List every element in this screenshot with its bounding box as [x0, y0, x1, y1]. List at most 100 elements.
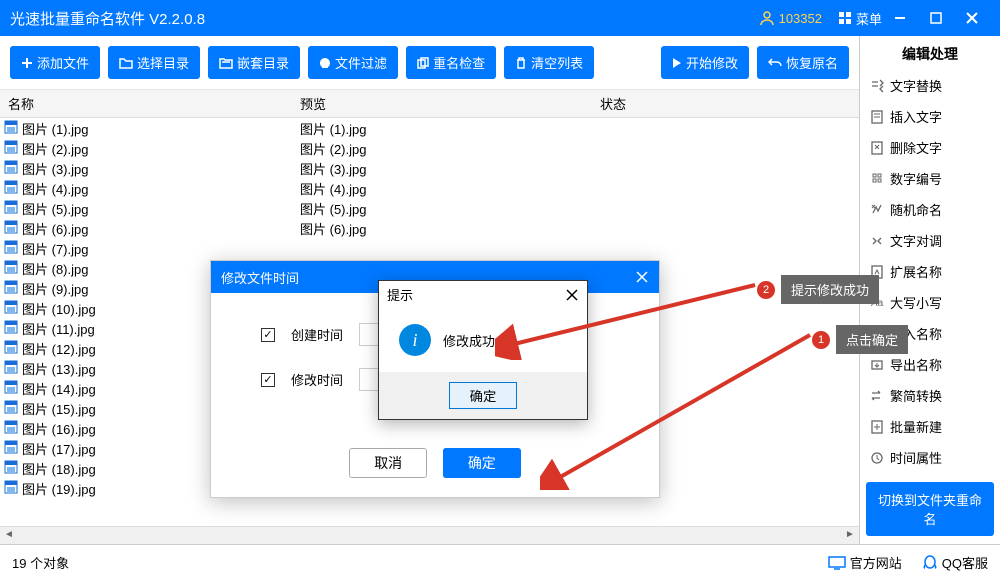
horizontal-scrollbar[interactable]: ◄ ►: [0, 526, 859, 544]
close-button[interactable]: [954, 0, 990, 36]
sidebar-item-2[interactable]: 删除文字: [866, 132, 994, 163]
create-time-checkbox[interactable]: ✓: [261, 328, 275, 342]
file-icon: [4, 120, 18, 137]
file-name: 图片 (18).jpg: [22, 459, 96, 478]
maximize-icon: [930, 12, 942, 24]
monitor-icon: [828, 556, 846, 570]
user-info[interactable]: 103352: [759, 10, 822, 26]
close-icon[interactable]: [565, 288, 579, 302]
callout-num-2: 2: [757, 281, 775, 299]
qq-support-link[interactable]: QQ客服: [922, 553, 988, 572]
callout-num-1: 1: [812, 331, 830, 349]
table-row[interactable]: 图片 (6).jpg图片 (6).jpg: [0, 218, 859, 238]
file-icon: [4, 420, 18, 437]
menu-button[interactable]: 菜单: [838, 9, 882, 28]
file-name: 图片 (4).jpg: [22, 179, 88, 198]
sidebar-item-4[interactable]: 随机命名: [866, 194, 994, 225]
sidebar-item-label: 扩展名称: [890, 262, 942, 281]
user-id: 103352: [779, 11, 822, 26]
file-name: 图片 (9).jpg: [22, 279, 88, 298]
table-row[interactable]: 图片 (5).jpg图片 (5).jpg: [0, 198, 859, 218]
nested-dir-button[interactable]: 嵌套目录: [208, 46, 300, 79]
dialog-confirm-button[interactable]: 确定: [443, 448, 521, 478]
dialog-cancel-button[interactable]: 取消: [349, 448, 427, 478]
qq-icon: [922, 555, 938, 571]
sidebar-title: 编辑处理: [866, 44, 994, 64]
table-row[interactable]: 图片 (3).jpg图片 (3).jpg: [0, 158, 859, 178]
file-name: 图片 (13).jpg: [22, 359, 96, 378]
folder-icon: [119, 57, 133, 69]
sidebar-item-label: 删除文字: [890, 138, 942, 157]
table-row[interactable]: 图片 (4).jpg图片 (4).jpg: [0, 178, 859, 198]
alert-message: 修改成功: [443, 331, 495, 350]
file-name: 图片 (19).jpg: [22, 479, 96, 498]
file-icon: [4, 480, 18, 497]
clear-list-button[interactable]: 清空列表: [504, 46, 594, 79]
file-name: 图片 (2).jpg: [22, 139, 88, 158]
file-icon: [4, 160, 18, 177]
dialog-title: 修改文件时间: [221, 268, 299, 287]
sidebar-item-10[interactable]: 繁简转换: [866, 380, 994, 411]
close-icon: [965, 11, 979, 25]
sidebar-icon: [870, 357, 884, 373]
filter-icon: [319, 57, 331, 69]
sidebar-item-6[interactable]: 扩展名称: [866, 256, 994, 287]
file-icon: [4, 380, 18, 397]
sidebar-item-5[interactable]: 文字对调: [866, 225, 994, 256]
file-icon: [4, 320, 18, 337]
grid-icon: [838, 11, 852, 25]
titlebar: 光速批量重命名软件 V2.2.0.8 103352 菜单: [0, 0, 1000, 36]
file-name: 图片 (17).jpg: [22, 439, 96, 458]
sidebar-icon: [870, 450, 884, 466]
sidebar-item-7[interactable]: Aa大写小写: [866, 287, 994, 318]
file-icon: [4, 360, 18, 377]
sidebar-item-11[interactable]: 批量新建: [866, 411, 994, 442]
table-row[interactable]: 图片 (2).jpg图片 (2).jpg: [0, 138, 859, 158]
info-icon: i: [399, 324, 431, 356]
file-icon: [4, 200, 18, 217]
minimize-button[interactable]: [882, 0, 918, 36]
col-preview-header[interactable]: 预览: [300, 94, 600, 113]
file-icon: [4, 260, 18, 277]
file-preview: 图片 (6).jpg: [300, 219, 600, 238]
sidebar-icon: [870, 140, 884, 156]
rename-check-button[interactable]: 重名检查: [406, 46, 496, 79]
toolbar: 添加文件 选择目录 嵌套目录 文件过滤 重名检查 清空列表 开始修改 恢复原名: [0, 36, 859, 90]
sidebar-icon: [870, 78, 884, 94]
add-file-button[interactable]: 添加文件: [10, 46, 100, 79]
file-name: 图片 (15).jpg: [22, 399, 96, 418]
sidebar-item-0[interactable]: 文字替换: [866, 70, 994, 101]
sidebar-item-1[interactable]: 插入文字: [866, 101, 994, 132]
callout-1: 1 点击确定: [812, 325, 908, 354]
user-icon: [759, 10, 775, 26]
alert-header[interactable]: 提示: [379, 281, 587, 308]
file-icon: [4, 340, 18, 357]
file-filter-button[interactable]: 文件过滤: [308, 46, 398, 79]
sidebar-item-12[interactable]: 时间属性: [866, 442, 994, 473]
sidebar-icon: [870, 109, 884, 125]
alert-ok-button[interactable]: 确定: [449, 382, 518, 409]
table-row[interactable]: 图片 (1).jpg图片 (1).jpg: [0, 118, 859, 138]
scroll-right-icon[interactable]: ►: [841, 527, 859, 544]
start-modify-button[interactable]: 开始修改: [661, 46, 749, 79]
file-name: 图片 (12).jpg: [22, 339, 96, 358]
sidebar-item-label: 批量新建: [890, 417, 942, 436]
file-name: 图片 (10).jpg: [22, 299, 96, 318]
scroll-left-icon[interactable]: ◄: [0, 527, 18, 544]
trash-icon: [515, 57, 527, 69]
restore-name-button[interactable]: 恢复原名: [757, 46, 849, 79]
switch-folder-rename-button[interactable]: 切换到文件夹重命名: [866, 482, 994, 536]
col-status-header[interactable]: 状态: [600, 94, 859, 113]
official-site-link[interactable]: 官方网站: [828, 553, 902, 572]
table-row[interactable]: 图片 (7).jpg: [0, 238, 859, 258]
sidebar-item-label: 文字对调: [890, 231, 942, 250]
sidebar-item-label: 繁简转换: [890, 386, 942, 405]
col-name-header[interactable]: 名称: [0, 94, 300, 113]
close-icon[interactable]: [635, 270, 649, 284]
file-preview: 图片 (1).jpg: [300, 119, 600, 138]
modify-time-checkbox[interactable]: ✓: [261, 373, 275, 387]
maximize-button[interactable]: [918, 0, 954, 36]
select-dir-button[interactable]: 选择目录: [108, 46, 200, 79]
sidebar-item-3[interactable]: 数字编号: [866, 163, 994, 194]
sidebar-item-label: 随机命名: [890, 200, 942, 219]
